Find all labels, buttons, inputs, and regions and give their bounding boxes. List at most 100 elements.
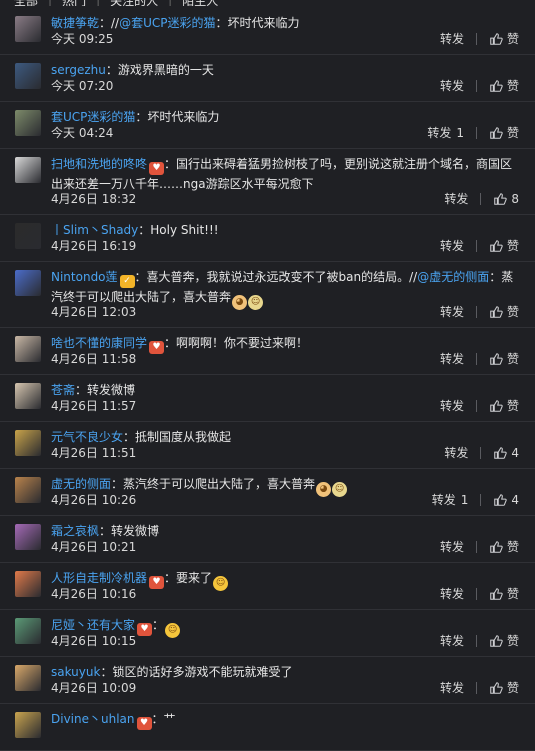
avatar[interactable] xyxy=(15,16,41,42)
action-divider xyxy=(475,681,477,694)
repost-button[interactable]: 转发 xyxy=(440,237,464,254)
timestamp: 4月26日 10:09 xyxy=(51,681,137,695)
repost-label: 转发 xyxy=(439,239,464,253)
action-divider xyxy=(475,540,477,553)
like-button[interactable]: 赞 xyxy=(489,77,519,94)
filter-tab[interactable]: 全部 xyxy=(14,0,38,6)
username-link[interactable]: 扫地和洗地的咚咚 xyxy=(51,157,147,171)
thumbs-up-icon xyxy=(489,540,503,554)
like-button[interactable]: 赞 xyxy=(489,538,519,555)
username-link[interactable]: 敏捷筝乾 xyxy=(51,16,99,30)
username-link[interactable]: sergezhu xyxy=(51,63,106,77)
like-label: 赞 xyxy=(506,305,519,319)
avatar[interactable] xyxy=(15,430,41,456)
repost-button[interactable]: 转发 xyxy=(440,397,464,414)
emoji-icon: ☺ xyxy=(165,623,181,638)
repost-label: 转发 xyxy=(439,352,464,366)
like-button[interactable]: 赞 xyxy=(489,679,519,696)
thumbs-up-icon xyxy=(489,399,503,413)
tab-separator: | xyxy=(48,0,52,6)
repost-button[interactable]: 转发 xyxy=(440,77,464,94)
comment-row: 人形自走制冷机器 ♥ ：要来了 ☺ 4月26日 10:16 转发 赞 xyxy=(0,563,535,610)
comment-text: ：要来了 xyxy=(164,571,213,585)
comment-row: 尼娅丶还有大家 ♥： ☺ 4月26日 10:15 转发 赞 xyxy=(0,610,535,657)
filter-tab[interactable]: 关注的人 xyxy=(110,0,158,6)
avatar[interactable] xyxy=(15,383,41,409)
avatar[interactable] xyxy=(15,618,41,644)
like-count: 8 xyxy=(511,191,519,206)
avatar[interactable] xyxy=(15,110,41,136)
username-link[interactable]: 苍斋 xyxy=(51,383,75,397)
repost-button[interactable]: 转发 xyxy=(440,585,464,602)
username-link[interactable]: 尼娅丶还有大家 xyxy=(51,618,135,632)
thumbs-up-icon xyxy=(489,32,503,46)
like-button[interactable]: 8 xyxy=(493,192,519,206)
like-button[interactable]: 赞 xyxy=(489,303,519,320)
avatar[interactable] xyxy=(15,524,41,550)
username-link[interactable]: 啥也不懂的康同学 xyxy=(51,336,147,350)
username-link[interactable]: 人形自走制冷机器 xyxy=(51,571,147,585)
avatar[interactable] xyxy=(15,712,41,738)
thumbs-up-icon xyxy=(493,446,507,460)
avatar[interactable] xyxy=(15,571,41,597)
action-divider xyxy=(475,239,477,252)
avatar[interactable] xyxy=(15,477,41,503)
repost-count: 1 xyxy=(456,126,464,140)
member-badge-icon: ♥ xyxy=(149,576,165,589)
repost-button[interactable]: 转发 xyxy=(440,30,464,47)
comment-row: 扫地和洗地的咚咚 ♥ ：国行出来碍着猛男捡树枝了吗，更别说这就注册个域名，商国区出来… xyxy=(0,149,535,215)
avatar[interactable] xyxy=(15,157,41,183)
avatar[interactable] xyxy=(15,63,41,89)
repost-button[interactable]: 转发 xyxy=(440,679,464,696)
repost-label: 转发 xyxy=(439,32,464,46)
avatar[interactable] xyxy=(15,223,41,249)
like-button[interactable]: 赞 xyxy=(489,632,519,649)
username-link[interactable]: sakuyuk xyxy=(51,665,100,679)
like-button[interactable]: 赞 xyxy=(489,30,519,47)
like-label: 赞 xyxy=(506,126,519,140)
repost-button[interactable]: 转发 xyxy=(444,444,468,461)
username-link[interactable]: Nintondo莲 xyxy=(51,270,118,284)
like-button[interactable]: 4 xyxy=(493,493,519,507)
avatar[interactable] xyxy=(15,665,41,691)
filter-tab[interactable]: 陌生人 xyxy=(182,0,218,6)
username-link[interactable]: 丨Slim丶Shady xyxy=(51,223,138,237)
mention-link[interactable]: @套UCP迷彩的猫 xyxy=(119,16,215,30)
avatar[interactable] xyxy=(15,336,41,362)
repost-button[interactable]: 转发 1 xyxy=(432,491,469,508)
repost-button[interactable]: 转发 xyxy=(440,632,464,649)
username-link[interactable]: 虚无的侧面 xyxy=(51,477,111,491)
like-button[interactable]: 赞 xyxy=(489,397,519,414)
like-button[interactable]: 4 xyxy=(493,446,519,460)
repost-count: 1 xyxy=(460,493,469,507)
action-divider xyxy=(475,305,477,318)
repost-button[interactable]: 转发 xyxy=(440,538,464,555)
thumbs-up-icon xyxy=(489,79,503,93)
repost-label: 转发 xyxy=(439,681,464,695)
timestamp: 4月26日 16:19 xyxy=(51,239,137,253)
comment-row: 虚无的侧面：蒸汽终于可以爬出大陆了，喜大普奔 ◕ ☺ 4月26日 10:26 转发 1 4 xyxy=(0,469,535,516)
action-divider xyxy=(475,32,477,45)
repost-button[interactable]: 转发 xyxy=(440,303,464,320)
member-badge-icon: ♥ xyxy=(136,717,152,730)
comment-actions: 转发 8 xyxy=(444,190,519,207)
repost-button[interactable]: 转发 xyxy=(440,350,464,367)
like-button[interactable]: 赞 xyxy=(489,237,519,254)
username-link[interactable]: 元气不良少女 xyxy=(51,430,123,444)
like-button[interactable]: 赞 xyxy=(489,350,519,367)
timestamp: 4月26日 11:51 xyxy=(51,446,137,460)
like-button[interactable]: 赞 xyxy=(489,124,519,141)
username-link[interactable]: Divine丶uhlan xyxy=(51,712,135,726)
like-button[interactable]: 赞 xyxy=(489,585,519,602)
avatar[interactable] xyxy=(15,270,41,296)
repost-button[interactable]: 转发 xyxy=(444,190,468,207)
repost-button[interactable]: 转发 1 xyxy=(427,124,464,141)
username-link[interactable]: 霜之哀枫 xyxy=(51,524,99,538)
username-link[interactable]: 套UCP迷彩的猫 xyxy=(51,110,135,124)
thumbs-up-icon xyxy=(489,126,503,140)
comment-text: ：坏时代来临力 xyxy=(135,110,220,124)
repost-label: 转发 xyxy=(431,493,456,507)
mention-link[interactable]: @虚无的侧面 xyxy=(417,270,489,284)
filter-tab[interactable]: 热门 xyxy=(62,0,86,6)
timestamp: 4月26日 11:57 xyxy=(51,399,137,413)
